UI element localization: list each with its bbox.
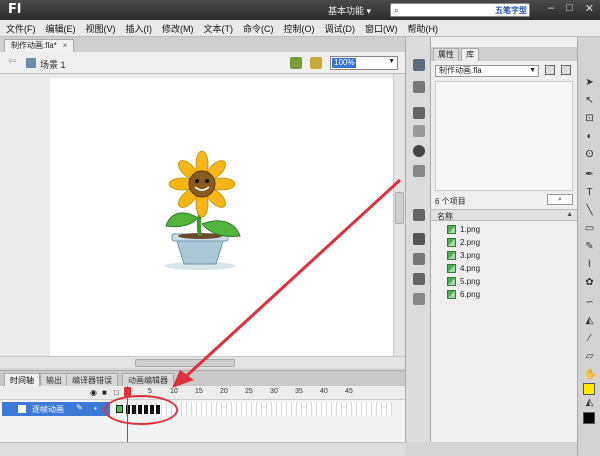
list-item[interactable]: 6.png <box>447 288 480 300</box>
brush-tool-icon[interactable]: ⌇ <box>584 259 595 270</box>
item-name: 6.png <box>460 289 481 299</box>
list-item[interactable]: 2.png <box>447 236 480 248</box>
library-file-select[interactable]: 制作动画.fla ▼ <box>435 65 539 77</box>
list-item[interactable]: 3.png <box>447 249 480 261</box>
list-item[interactable]: 5.png <box>447 275 480 287</box>
tools-panel: ➤ ↖ ⊡ ◐ ʘ ✒ T ╲ ▭ ✎ ⌇ ✿ ∽ ◭ ⁄ ▱ ✋ ◭ <box>577 37 600 456</box>
item-name: 3.png <box>460 250 481 260</box>
eyedropper-tool-icon[interactable]: ⁄ <box>584 333 595 344</box>
library-file-name: 制作动画.fla <box>439 66 482 75</box>
components-icon[interactable] <box>413 209 425 221</box>
component-inspector-icon[interactable] <box>413 233 425 245</box>
fill-bucket-icon[interactable]: ◭ <box>584 397 595 408</box>
free-transform-tool-icon[interactable]: ⊡ <box>584 113 595 124</box>
pen-tool-icon[interactable]: ✒ <box>584 169 595 180</box>
3d-rotation-tool-icon[interactable]: ◐ <box>584 131 595 142</box>
hand-tool-icon[interactable]: ✋ <box>584 369 596 380</box>
list-item[interactable]: 4.png <box>447 262 480 274</box>
bitmap-icon <box>447 276 456 286</box>
bitmap-icon <box>447 237 456 247</box>
bone-tool-icon[interactable]: ∽ <box>584 297 595 308</box>
selection-tool-icon[interactable]: ➤ <box>584 77 595 88</box>
pencil-tool-icon[interactable]: ✎ <box>584 241 595 252</box>
library-search-icon[interactable]: ⌕ <box>547 194 573 205</box>
item-name: 1.png <box>460 224 481 234</box>
paint-bucket-tool-icon[interactable]: ◭ <box>584 315 595 326</box>
align-icon[interactable] <box>413 107 425 119</box>
eraser-tool-icon[interactable]: ▱ <box>584 351 595 362</box>
chevron-down-icon: ▼ <box>529 67 536 74</box>
swatches-icon[interactable] <box>413 81 425 93</box>
item-count: 6 个项目 <box>435 197 466 206</box>
rectangle-tool-icon[interactable]: ▭ <box>584 223 595 234</box>
line-tool-icon[interactable]: ╲ <box>584 205 595 216</box>
motion-presets-icon[interactable] <box>413 59 425 71</box>
behaviors-icon[interactable] <box>413 273 425 285</box>
list-item[interactable]: 1.png <box>447 223 480 235</box>
bitmap-icon <box>447 263 456 273</box>
bitmap-icon <box>447 224 456 234</box>
bitmap-icon <box>447 250 456 260</box>
panel-tabs: 属性 库 <box>431 47 577 61</box>
fill-color-swatch[interactable] <box>583 412 595 424</box>
pin-library-icon[interactable] <box>545 65 555 75</box>
item-name: 5.png <box>460 276 481 286</box>
movie-explorer-icon[interactable] <box>413 293 425 305</box>
library-column-header[interactable]: 名称 ▲ <box>431 209 577 221</box>
deco-tool-icon[interactable]: ✿ <box>584 277 595 288</box>
library-count-row: 6 个项目 ⌕ <box>431 193 577 207</box>
bitmap-icon <box>447 289 456 299</box>
transform-icon[interactable] <box>413 165 425 177</box>
new-library-panel-icon[interactable] <box>561 65 571 75</box>
library-panel: 属性 库 制作动画.fla ▼ 6 个项目 ⌕ 名称 ▲ 1.png 2.png… <box>431 37 577 442</box>
collapsed-panel-strip <box>405 37 431 442</box>
text-tool-icon[interactable]: T <box>584 187 595 198</box>
lasso-tool-icon[interactable]: ʘ <box>584 149 595 160</box>
tab-properties[interactable]: 属性 <box>433 48 459 61</box>
stroke-color-swatch[interactable] <box>583 383 595 395</box>
item-name: 2.png <box>460 237 481 247</box>
sort-arrow-icon: ▲ <box>566 211 573 218</box>
column-name: 名称 <box>437 212 453 221</box>
item-name: 4.png <box>460 263 481 273</box>
color-icon[interactable] <box>413 125 425 137</box>
actions-icon[interactable] <box>413 253 425 265</box>
library-preview <box>435 81 573 191</box>
tab-library[interactable]: 库 <box>461 48 479 61</box>
info-icon[interactable] <box>413 145 425 157</box>
subselection-tool-icon[interactable]: ↖ <box>584 95 595 106</box>
